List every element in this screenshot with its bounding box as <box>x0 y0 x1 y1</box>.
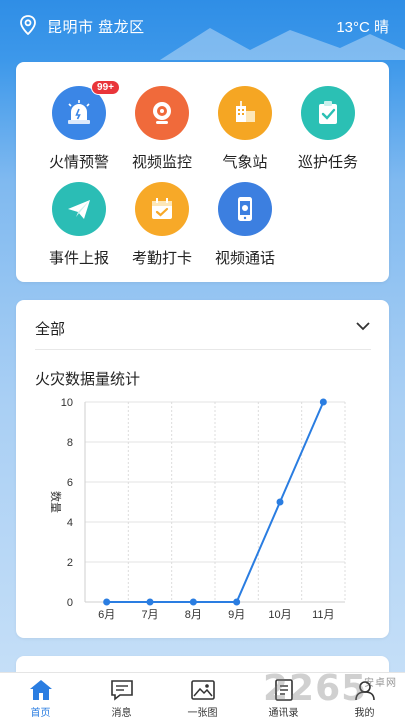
menu-item-patrol-task[interactable]: 巡护任务 <box>286 86 370 182</box>
tab-home[interactable]: 首页 <box>0 673 81 720</box>
menu-item-weather-station[interactable]: 气象站 <box>203 86 287 182</box>
menu-item-label: 巡护任务 <box>297 154 358 171</box>
menu-item-attendance[interactable]: 考勤打卡 <box>120 182 204 278</box>
x-tick-label: 10月 <box>268 609 291 621</box>
task-clipboard-icon <box>301 86 355 140</box>
x-tick-label: 8月 <box>185 609 202 621</box>
menu-item-label: 气象站 <box>222 154 268 171</box>
calendar-check-icon <box>135 182 189 236</box>
weather-label: 13°C 晴 <box>336 19 389 36</box>
location-label[interactable]: 昆明市 盘龙区 <box>47 16 145 37</box>
tab-profile[interactable]: 我的 <box>324 673 405 720</box>
bottom-tab-bar: 首页 消息 一张图 通讯录 我的 <box>0 672 405 720</box>
y-tick-label: 0 <box>67 597 73 609</box>
feature-menu-card: 99+ 火情预警 视频监控 气象站 巡护任务 事件上报 考勤打卡 视频通话 <box>16 62 389 282</box>
data-point <box>189 598 197 606</box>
x-tick-label: 7月 <box>141 609 158 621</box>
y-tick-label: 10 <box>61 397 73 409</box>
tab-label: 我的 <box>354 708 375 719</box>
x-tick-label: 6月 <box>98 609 115 621</box>
data-point <box>276 498 284 506</box>
contacts-icon <box>274 679 293 701</box>
data-point <box>103 598 111 606</box>
video-phone-icon <box>218 182 272 236</box>
menu-item-label: 视频监控 <box>131 154 192 171</box>
menu-item-video-call[interactable]: 视频通话 <box>203 182 287 278</box>
top-header: 昆明市 盘龙区 13°C 晴 <box>0 0 405 60</box>
y-tick-label: 4 <box>67 517 73 529</box>
profile-icon <box>354 681 375 701</box>
x-tick-label: 11月 <box>312 609 334 621</box>
chevron-down-icon[interactable] <box>355 320 371 332</box>
menu-item-label: 考勤打卡 <box>131 250 192 267</box>
menu-item-label: 事件上报 <box>48 250 109 267</box>
data-point <box>146 598 154 606</box>
paper-plane-icon <box>52 182 106 236</box>
chart-title: 火灾数据量统计 <box>35 371 141 388</box>
location-pin-icon[interactable] <box>19 15 37 35</box>
weather-station-icon <box>218 86 272 140</box>
home-icon <box>29 680 52 700</box>
data-point <box>319 398 327 406</box>
menu-item-label: 火情预警 <box>48 154 109 171</box>
map-image-icon <box>190 680 215 700</box>
tab-label: 消息 <box>111 708 132 719</box>
menu-item-event-report[interactable]: 事件上报 <box>37 182 121 278</box>
message-icon <box>110 680 133 701</box>
tab-label: 首页 <box>30 708 51 719</box>
tab-label: 通讯录 <box>268 708 299 719</box>
line-chart: 0 2 4 6 8 10 6月 7月 8月 9月 10月 11月 数量 <box>49 397 346 621</box>
siren-icon: 99+ <box>52 80 120 140</box>
filter-selected-value: 全部 <box>35 321 66 338</box>
alert-count-badge: 99+ <box>91 80 120 95</box>
x-tick-label: 9月 <box>228 609 245 621</box>
y-tick-label: 2 <box>67 557 73 569</box>
menu-item-video-monitor[interactable]: 视频监控 <box>120 86 204 182</box>
y-tick-label: 6 <box>67 477 73 489</box>
menu-item-label: 视频通话 <box>214 250 275 267</box>
menu-item-fire-alert[interactable]: 99+ 火情预警 <box>37 80 121 182</box>
fire-stats-card: 全部 火灾数据量统计 0 2 4 6 8 10 6月 7月 8月 9月 10月 11月 数量 <box>16 300 389 638</box>
tab-label: 一张图 <box>187 708 218 719</box>
tab-map[interactable]: 一张图 <box>162 673 243 720</box>
y-axis-label: 数量 <box>49 491 62 513</box>
data-point <box>233 598 241 606</box>
filter-dropdown[interactable]: 全部 <box>35 316 371 350</box>
y-tick-label: 8 <box>67 437 73 449</box>
tab-contacts[interactable]: 通讯录 <box>243 673 324 720</box>
tab-messages[interactable]: 消息 <box>81 673 162 720</box>
webcam-icon <box>135 86 189 140</box>
